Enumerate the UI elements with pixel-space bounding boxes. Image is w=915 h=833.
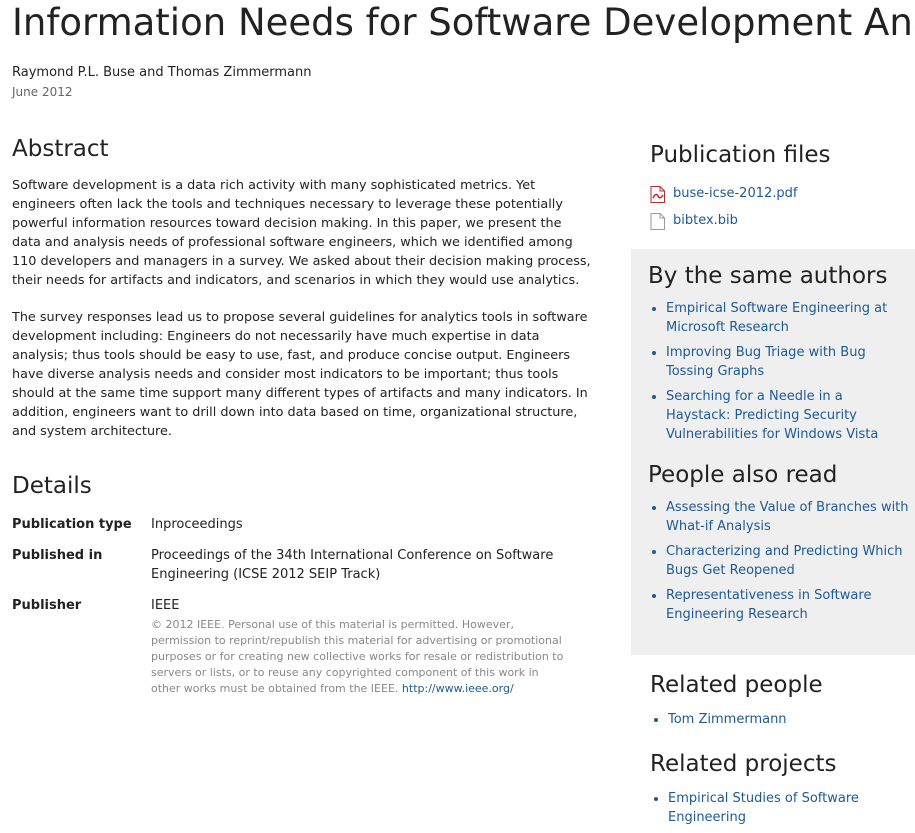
abstract-paragraph: The survey responses lead us to propose … [12,310,588,439]
related-publication-link[interactable]: Characterizing and Predicting Which Bugs… [666,544,903,578]
main-content: Abstract Software development is a data … [12,134,592,709]
detail-value: IEEE © 2012 IEEE. Personal use of this m… [151,596,571,697]
details-heading: Details [12,473,92,499]
file-link[interactable]: bibtex.bib [673,213,738,228]
list-item[interactable]: Improving Bug Triage with Bug Tossing Gr… [666,343,910,381]
also-read-list: Assessing the Value of Branches with Wha… [648,498,910,624]
file-item[interactable]: buse-icse-2012.pdf [650,180,915,207]
text-file-icon [650,212,665,230]
detail-row-publisher: Publisher IEEE © 2012 IEEE. Personal use… [12,596,592,697]
list-item[interactable]: Representativeness in Software Engineeri… [666,586,910,624]
related-projects-list: Empirical Studies of Software Engineerin… [650,789,915,827]
related-projects-heading: Related projects [650,751,837,777]
list-item[interactable]: Empirical Software Engineering at Micros… [666,299,910,337]
page-title: Information Needs for Software Developme… [12,1,915,44]
abstract-paragraph: Software development is a data rich acti… [12,178,591,288]
detail-key: Published in [12,548,103,563]
detail-value: Proceedings of the 34th International Co… [151,548,554,582]
related-publication-link[interactable]: Representativeness in Software Engineeri… [666,588,871,622]
publication-date: June 2012 [12,85,73,99]
detail-row-publication-type: Publication type Inproceedings [12,515,592,534]
related-publication-link[interactable]: Improving Bug Triage with Bug Tossing Gr… [666,345,866,379]
copyright-notice: © 2012 IEEE. Personal use of this materi… [151,617,571,697]
same-authors-list: Empirical Software Engineering at Micros… [648,299,910,444]
related-people-heading: Related people [650,672,823,698]
list-item[interactable]: Empirical Studies of Software Engineerin… [668,789,915,827]
detail-row-published-in: Published in Proceedings of the 34th Int… [12,546,592,584]
related-people-section: Related people Tom Zimmermann Related pr… [650,670,915,833]
publisher-name: IEEE [151,598,180,613]
related-panel: By the same authors Empirical Software E… [631,249,915,655]
project-link[interactable]: Empirical Studies of Software Engineerin… [668,791,859,825]
list-item[interactable]: Characterizing and Predicting Which Bugs… [666,542,910,580]
list-item[interactable]: Searching for a Needle in a Haystack: Pr… [666,387,910,444]
detail-key: Publisher [12,598,82,613]
list-item[interactable]: Assessing the Value of Branches with Wha… [666,498,910,536]
publication-files-heading: Publication files [650,142,831,168]
also-read-heading: People also read [648,462,838,488]
related-people-list: Tom Zimmermann [650,710,915,729]
ieee-link[interactable]: http://www.ieee.org/ [402,682,514,695]
same-authors-heading: By the same authors [648,263,888,289]
related-publication-link[interactable]: Assessing the Value of Branches with Wha… [666,500,909,534]
related-publication-link[interactable]: Empirical Software Engineering at Micros… [666,301,887,335]
list-item[interactable]: Tom Zimmermann [668,710,915,729]
person-link[interactable]: Tom Zimmermann [668,712,787,727]
authors: Raymond P.L. Buse and Thomas Zimmermann [12,65,312,80]
pdf-file-icon [650,185,665,203]
detail-value: Inproceedings [151,517,243,532]
detail-key: Publication type [12,517,132,532]
file-item[interactable]: bibtex.bib [650,207,915,234]
file-link[interactable]: buse-icse-2012.pdf [673,186,797,201]
related-publication-link[interactable]: Searching for a Needle in a Haystack: Pr… [666,389,878,442]
abstract-heading: Abstract [12,136,109,162]
publication-files-section: Publication files buse-icse-2012.pdf bib… [650,140,915,234]
